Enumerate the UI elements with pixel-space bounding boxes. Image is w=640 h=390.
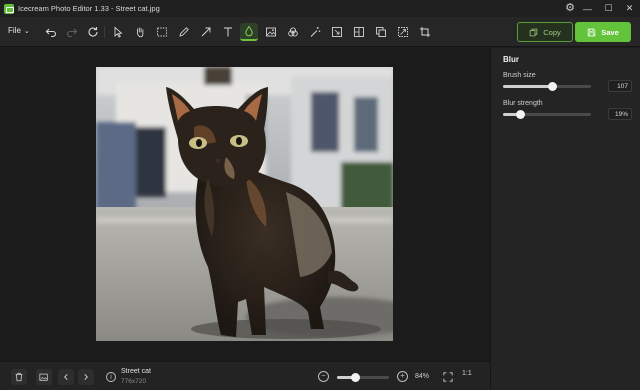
selection-rectangle-icon xyxy=(157,27,167,37)
file-dimensions: 776x720 xyxy=(121,378,146,385)
redo-button[interactable] xyxy=(63,23,81,41)
brush-size-slider[interactable] xyxy=(503,82,591,91)
replace-tool[interactable] xyxy=(394,23,412,41)
minimize-button[interactable]: — xyxy=(577,0,598,17)
fit-screen-icon xyxy=(443,372,453,382)
cursor-icon xyxy=(114,26,123,38)
add-image-icon xyxy=(39,373,48,381)
zoom-slider-handle[interactable] xyxy=(351,373,361,382)
crop-tool[interactable] xyxy=(416,23,434,41)
zoom-in-icon[interactable]: + xyxy=(397,371,408,382)
image-canvas[interactable] xyxy=(0,48,490,361)
layers-tool[interactable] xyxy=(372,23,390,41)
copy-icon xyxy=(529,28,538,36)
select-tool[interactable] xyxy=(109,23,127,41)
undo-button[interactable] xyxy=(42,23,60,41)
resize-tool[interactable] xyxy=(328,23,346,41)
frame-icon xyxy=(354,27,364,37)
file-menu[interactable]: File ⌄ xyxy=(8,26,30,35)
delete-button[interactable] xyxy=(11,369,27,385)
marquee-tool[interactable] xyxy=(153,23,171,41)
draw-tool[interactable] xyxy=(175,23,193,41)
chevron-right-icon xyxy=(84,374,88,380)
trash-icon xyxy=(15,372,23,382)
filters-icon xyxy=(288,27,298,37)
info-icon[interactable]: i xyxy=(106,372,116,382)
blur-strength-slider-handle[interactable] xyxy=(515,110,525,119)
copy-button[interactable]: Copy xyxy=(517,22,573,42)
bottom-bar: i Street cat 776x720 − + 84% 1:1 xyxy=(0,361,490,390)
save-button[interactable]: Save xyxy=(575,22,631,42)
crop-icon xyxy=(420,27,430,37)
copy-label: Copy xyxy=(543,27,561,37)
blur-strength-value-field[interactable]: 19% xyxy=(608,108,632,120)
actual-size-button[interactable]: 1:1 xyxy=(462,370,472,377)
toolbar-divider xyxy=(104,26,105,38)
chevron-left-icon xyxy=(64,374,68,380)
zoom-slider[interactable] xyxy=(337,373,389,382)
arrow-tool[interactable] xyxy=(197,23,215,41)
app-logo-icon xyxy=(4,3,14,14)
cat-image xyxy=(96,67,393,341)
zoom-out-icon[interactable]: − xyxy=(318,371,329,382)
previous-image-button[interactable] xyxy=(58,369,74,385)
panel-title: Blur xyxy=(503,55,519,64)
filters-tool[interactable] xyxy=(284,23,302,41)
magic-tool[interactable] xyxy=(306,23,324,41)
undo-icon xyxy=(45,28,57,38)
save-icon xyxy=(587,28,596,36)
frame-tool[interactable] xyxy=(350,23,368,41)
file-menu-label: File xyxy=(8,26,21,35)
reset-button[interactable] xyxy=(84,23,102,41)
redo-icon xyxy=(66,28,78,38)
window-title: Icecream Photo Editor 1.33 - Street cat.… xyxy=(18,4,160,13)
text-icon xyxy=(224,27,232,37)
image-icon xyxy=(266,27,276,37)
title-bar: Icecream Photo Editor 1.33 - Street cat.… xyxy=(0,0,640,17)
image-tool[interactable] xyxy=(262,23,280,41)
layers-icon xyxy=(376,27,386,37)
next-image-button[interactable] xyxy=(78,369,94,385)
street-cat-photo[interactable] xyxy=(96,67,393,341)
replace-icon xyxy=(398,27,408,37)
brush-size-value-field[interactable]: 107 xyxy=(608,80,632,92)
refresh-icon xyxy=(88,27,98,37)
zoom-level: 84% xyxy=(415,373,430,380)
file-name: Street cat xyxy=(121,368,151,375)
droplet-icon xyxy=(245,25,253,37)
resize-icon xyxy=(332,27,342,37)
window-controls: — ☐ ✕ xyxy=(577,0,640,17)
maximize-button[interactable]: ☐ xyxy=(598,0,619,17)
arrow-icon xyxy=(201,27,211,37)
pencil-icon xyxy=(179,27,189,37)
brush-size-slider-fill xyxy=(503,85,553,88)
hand-icon xyxy=(137,27,144,38)
blur-tool[interactable] xyxy=(240,23,258,41)
blur-strength-label: Blur strength xyxy=(503,100,543,107)
pan-tool[interactable] xyxy=(131,23,149,41)
blur-strength-slider[interactable] xyxy=(503,110,591,119)
save-label: Save xyxy=(601,27,619,37)
brush-size-label: Brush size xyxy=(503,72,536,79)
blur-settings-panel: Blur Brush size Blur strength xyxy=(490,48,640,390)
text-tool[interactable] xyxy=(219,23,237,41)
open-image-button[interactable] xyxy=(36,369,52,385)
magic-wand-icon xyxy=(310,27,321,37)
settings-gear-icon[interactable]: ⚙ xyxy=(564,2,576,14)
close-button[interactable]: ✕ xyxy=(619,0,640,17)
fit-to-screen-button[interactable] xyxy=(440,369,456,385)
brush-size-slider-handle[interactable] xyxy=(548,82,558,91)
chevron-down-icon: ⌄ xyxy=(23,27,30,35)
